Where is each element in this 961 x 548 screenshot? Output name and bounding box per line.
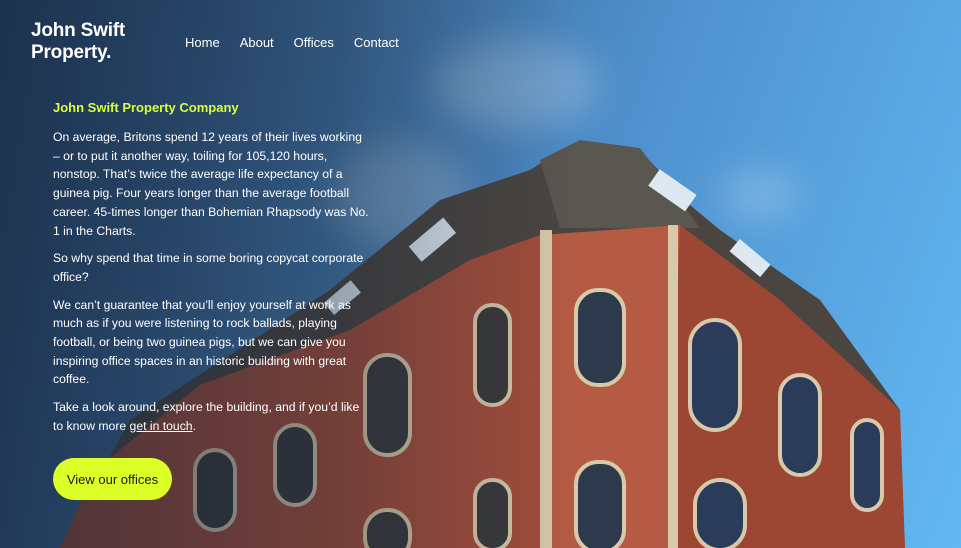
intro-paragraph-last: Take a look around, explore the building… — [53, 398, 371, 435]
brand-line-1: John Swift — [31, 20, 126, 41]
intro-content: John Swift Property Company On average, … — [53, 100, 371, 445]
intro-paragraph-text: Take a look around, explore the building… — [53, 400, 360, 433]
brand-line-2: Property. — [31, 42, 112, 63]
intro-paragraph: So why spend that time in some boring co… — [53, 251, 364, 284]
nav-contact[interactable]: Contact — [354, 35, 399, 50]
get-in-touch-link[interactable]: get in touch — [130, 419, 193, 433]
intro-paragraph-end: . — [192, 418, 196, 433]
intro-paragraph: We can’t guarantee that you’ll enjoy you… — [53, 297, 351, 387]
nav-home[interactable]: Home — [185, 35, 220, 50]
page-title: John Swift Property Company — [53, 100, 239, 115]
brand-logo[interactable]: John Swift Property. — [31, 20, 125, 64]
intro-paragraph: On average, Britons spend 12 years of th… — [53, 130, 369, 238]
nav-about[interactable]: About — [240, 35, 274, 50]
main-nav: Home About Offices Contact — [185, 35, 399, 50]
nav-offices[interactable]: Offices — [294, 35, 334, 50]
view-offices-button[interactable]: View our offices — [53, 458, 172, 500]
